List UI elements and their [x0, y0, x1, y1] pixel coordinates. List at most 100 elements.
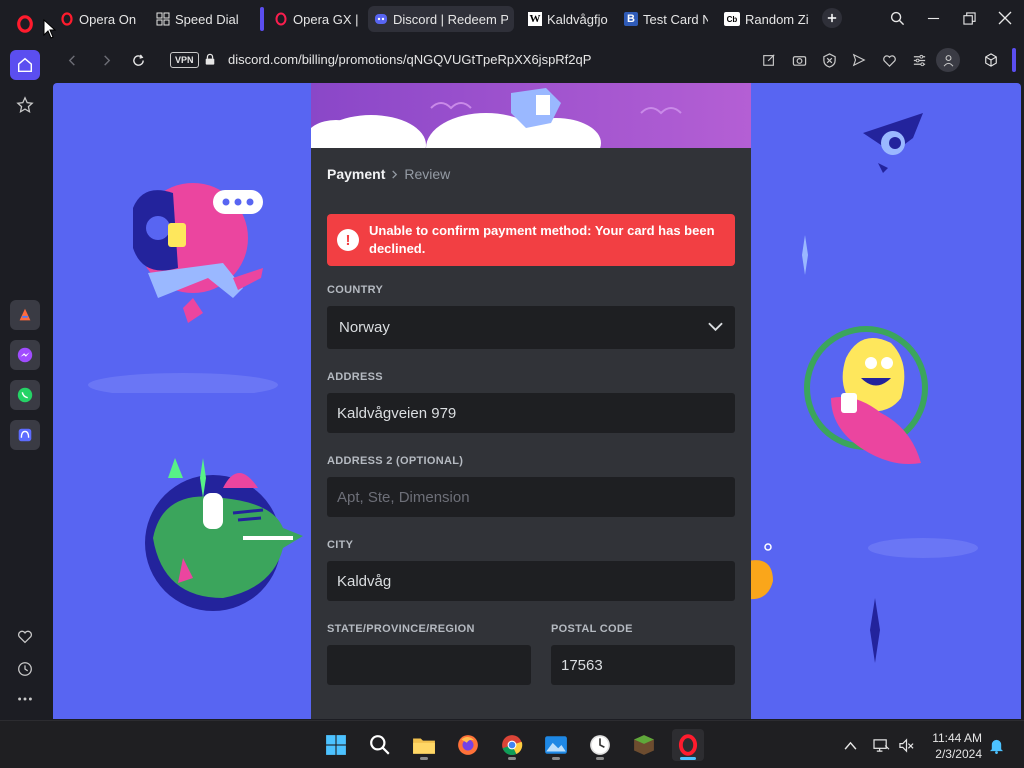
country-select[interactable]: Norway: [327, 306, 735, 349]
photos-icon[interactable]: [540, 729, 572, 761]
city-label: CITY: [327, 539, 354, 551]
app-active-indicator: [680, 757, 696, 760]
lock-icon[interactable]: [204, 53, 218, 67]
postal-code-field[interactable]: 17563: [551, 645, 735, 685]
opera-gx-icon: [274, 12, 288, 26]
tab-kaldvagfjord[interactable]: W Kaldvågfjord: [522, 6, 614, 32]
clock-app-icon[interactable]: [584, 729, 616, 761]
bookmark-b-icon: B: [624, 12, 638, 26]
opera-icon: [60, 12, 74, 26]
new-tab-icon[interactable]: [822, 8, 842, 28]
discord-icon: [374, 12, 388, 26]
state-label: STATE/PROVINCE/REGION: [327, 623, 475, 635]
wikipedia-icon: W: [528, 12, 542, 26]
windows-taskbar: 11:44 AM 2/3/2024: [0, 720, 1024, 768]
home-icon[interactable]: [10, 50, 40, 80]
history-icon[interactable]: [10, 654, 40, 684]
cloud-decoration: [88, 373, 278, 393]
breadcrumb-payment: Payment: [327, 166, 386, 182]
state-field[interactable]: [327, 645, 531, 685]
promo-banner: [311, 83, 751, 148]
restore-icon[interactable]: [958, 7, 980, 29]
network-icon[interactable]: [871, 735, 891, 755]
search-icon[interactable]: [364, 729, 396, 761]
minimize-icon[interactable]: [922, 7, 944, 29]
edit-icon[interactable]: [760, 51, 778, 69]
messenger-icon[interactable]: [10, 340, 40, 370]
tab-opera-one[interactable]: Opera One: [54, 6, 142, 32]
bookmark-heart-icon[interactable]: [880, 51, 898, 69]
reading-girl-illustration: [133, 183, 263, 323]
profile-icon[interactable]: [936, 48, 960, 72]
address-field[interactable]: Kaldvågveien 979: [327, 393, 735, 433]
close-window-icon[interactable]: [994, 7, 1016, 29]
back-icon[interactable]: [62, 50, 82, 70]
app-running-indicator: [420, 757, 428, 760]
music-player-icon[interactable]: [10, 420, 40, 450]
alert-icon: !: [337, 229, 359, 251]
forward-icon[interactable]: [96, 50, 116, 70]
address-toolbar: VPN discord.com/billing/promotions/qNGQV…: [50, 40, 1024, 80]
country-value: Norway: [339, 319, 390, 336]
bat-creature-illustration: [863, 113, 923, 173]
chevron-up-icon[interactable]: [840, 735, 860, 755]
clock-time: 11:44 AM: [932, 731, 982, 745]
page-viewport: Payment Review ! Unable to confirm payme…: [53, 83, 1021, 719]
tab-discord[interactable]: Discord | Redeem Pro: [368, 6, 514, 32]
payment-modal: Payment Review ! Unable to confirm payme…: [311, 83, 751, 719]
easy-setup-icon[interactable]: [910, 51, 928, 69]
tab-strip: Opera One Speed Dial Opera GX | G Discor…: [50, 0, 1024, 38]
chevron-right-icon: [390, 167, 399, 182]
sidebar-panel-marker: [1012, 48, 1016, 72]
chrome-icon[interactable]: [496, 729, 528, 761]
opera-sidebar: [0, 0, 50, 720]
address2-label: ADDRESS 2 (OPTIONAL): [327, 455, 464, 467]
app-running-indicator: [596, 757, 604, 760]
breadcrumb-review: Review: [404, 166, 451, 182]
volume-muted-icon[interactable]: [896, 735, 916, 755]
sparkle-decoration: [200, 458, 206, 498]
tab-search-icon[interactable]: [886, 7, 908, 29]
aria-icon[interactable]: [10, 300, 40, 330]
heart-icon[interactable]: [10, 622, 40, 652]
postal-code-label: POSTAL CODE: [551, 623, 633, 635]
yellow-creature-illustration: [804, 326, 928, 464]
cloud-decoration: [868, 538, 978, 558]
ad-block-icon[interactable]: [820, 51, 838, 69]
tab-opera-gx[interactable]: Opera GX | G: [268, 6, 364, 32]
opera-taskbar-icon[interactable]: [672, 729, 704, 761]
more-icon[interactable]: [10, 684, 40, 714]
url-field[interactable]: discord.com/billing/promotions/qNGQVUGtT…: [228, 52, 591, 67]
tab-test-card[interactable]: B Test Card Nu: [618, 6, 714, 32]
sparkle-decoration: [870, 598, 880, 663]
app-running-indicator: [552, 757, 560, 760]
address2-field[interactable]: [327, 477, 735, 517]
opera-logo-icon[interactable]: [10, 9, 40, 39]
snail-decoration: [748, 543, 773, 600]
camera-icon[interactable]: [790, 51, 808, 69]
extensions-icon[interactable]: [982, 51, 1000, 69]
reload-icon[interactable]: [128, 50, 148, 70]
tab-speed-dial[interactable]: Speed Dial: [150, 6, 246, 32]
firefox-icon[interactable]: [452, 729, 484, 761]
mouse-cursor-icon: [43, 19, 57, 39]
vpn-badge[interactable]: VPN: [170, 52, 199, 68]
tab-group-marker: [260, 7, 264, 31]
taskbar-clock[interactable]: 11:44 AM 2/3/2024: [932, 730, 982, 762]
notification-bell-icon[interactable]: [986, 735, 1006, 755]
clock-date: 2/3/2024: [935, 747, 982, 761]
send-icon[interactable]: [850, 51, 868, 69]
file-explorer-icon[interactable]: [408, 729, 440, 761]
sparkle-decoration: [802, 235, 808, 275]
city-field[interactable]: Kaldvåg: [327, 561, 735, 601]
app-running-indicator: [508, 757, 516, 760]
address-label: ADDRESS: [327, 371, 383, 383]
windows-start-icon[interactable]: [320, 729, 352, 761]
tab-random-zip[interactable]: Cb Random Zip: [718, 6, 814, 32]
chevron-down-icon: [708, 319, 723, 336]
whatsapp-icon[interactable]: [10, 380, 40, 410]
star-icon[interactable]: [10, 90, 40, 120]
minecraft-icon[interactable]: [628, 729, 660, 761]
cb-icon: Cb: [724, 12, 740, 26]
error-banner: ! Unable to confirm payment method: Your…: [327, 214, 735, 266]
